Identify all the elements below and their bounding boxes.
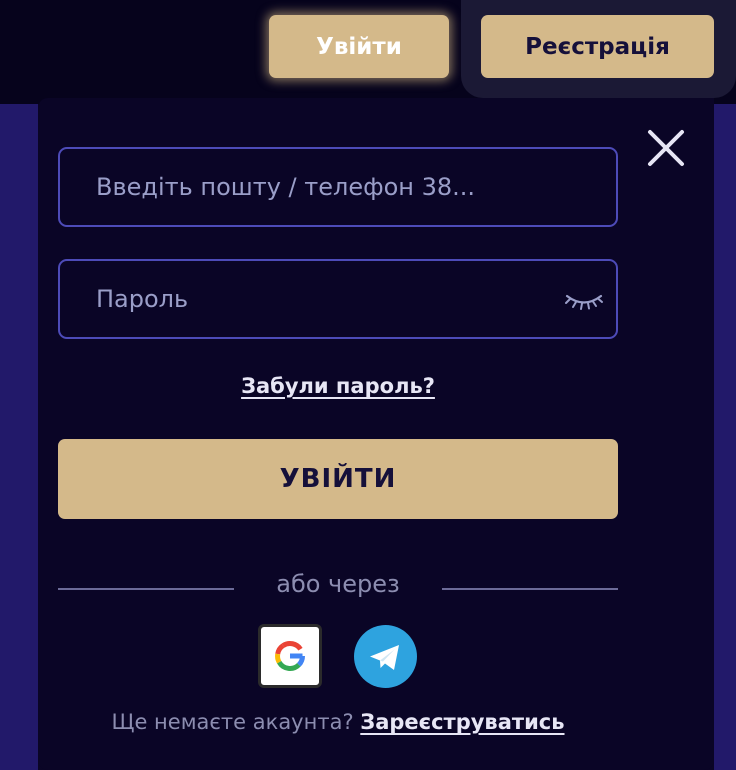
forgot-password-link[interactable]: Забули пароль? xyxy=(58,374,618,398)
telegram-login-button[interactable] xyxy=(354,625,417,688)
background-panel-right xyxy=(714,104,736,770)
login-page: Увійти Реєстрація Забули пароль? УВІЙТИ xyxy=(0,0,736,770)
login-submit-button[interactable]: УВІЙТИ xyxy=(58,439,618,519)
divider-line-left xyxy=(58,588,234,590)
background-panel-left xyxy=(0,104,38,770)
password-field[interactable] xyxy=(58,259,618,339)
eye-closed-icon xyxy=(565,294,603,310)
header-login-button[interactable]: Увійти xyxy=(269,15,449,78)
header-register-button[interactable]: Реєстрація xyxy=(481,15,714,78)
toggle-password-button[interactable] xyxy=(560,283,608,315)
google-icon xyxy=(275,641,306,671)
password-input[interactable] xyxy=(96,261,566,337)
signup-link[interactable]: Зареєструватись xyxy=(360,710,564,734)
signup-prompt: Ще немаєте акаунта? Зареєструватись xyxy=(58,710,618,734)
login-field[interactable] xyxy=(58,147,618,227)
telegram-icon xyxy=(370,645,399,670)
divider-label: або через xyxy=(276,570,400,598)
email-phone-input[interactable] xyxy=(96,149,566,225)
close-button[interactable] xyxy=(644,126,688,170)
no-account-text: Ще немаєте акаунта? xyxy=(111,710,354,734)
divider-line-right xyxy=(442,588,618,590)
close-icon xyxy=(648,130,684,166)
google-login-button[interactable] xyxy=(258,624,322,688)
